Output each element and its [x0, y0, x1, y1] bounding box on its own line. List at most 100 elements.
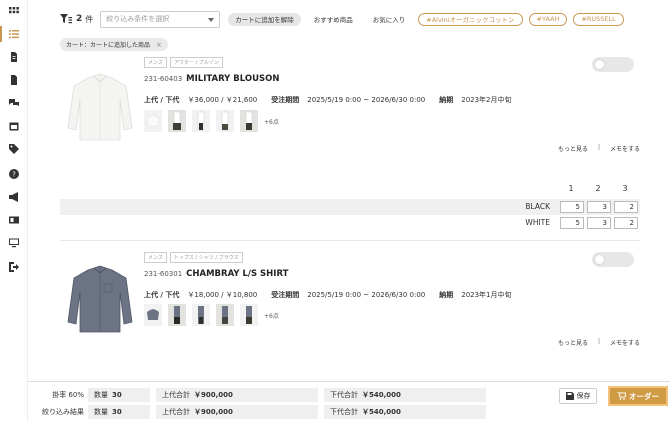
product-name[interactable]: MILITARY BLOUSON — [186, 74, 279, 84]
tag-alvini-button[interactable]: #Alviniオーガニックコットン — [418, 12, 523, 26]
cart-toggle[interactable] — [592, 252, 634, 267]
retail-total: 上代合計 ￥900,000 — [156, 388, 318, 402]
variant-thumbnail[interactable] — [240, 110, 258, 132]
size-header: 3 — [622, 184, 628, 193]
link-separator: | — [597, 338, 600, 345]
wholesale-total: 下代合計 ￥540,000 — [324, 388, 486, 402]
logout-icon[interactable] — [7, 260, 21, 274]
see-more-link[interactable]: もっと見る — [558, 144, 588, 153]
retail-total-label: 上代合計 — [162, 408, 190, 416]
link-separator: | — [597, 144, 600, 151]
close-icon[interactable]: × — [156, 41, 162, 49]
variant-thumbnail[interactable] — [240, 304, 258, 326]
product-image[interactable] — [66, 70, 134, 144]
size-header: 2 — [595, 184, 601, 193]
variant-thumbnail[interactable] — [144, 304, 162, 326]
product-code: 231-60301 — [144, 270, 183, 278]
more-variants-count[interactable]: +6点 — [264, 117, 279, 126]
order-button-label: オーダー — [629, 391, 659, 401]
category-badges: メンズ アウター / ブルゾン — [144, 57, 226, 68]
variant-thumbnail[interactable] — [168, 304, 186, 326]
megaphone-icon[interactable] — [7, 190, 21, 204]
see-more-link[interactable]: もっと見る — [558, 338, 588, 347]
add-memo-link[interactable]: メモをする — [610, 338, 640, 347]
filter-bar: 2 件 絞り込み条件を選択 カートに追加を解除 おすすめ商品 お気に入り #Al… — [60, 10, 630, 28]
cart-icon — [617, 392, 626, 400]
wholesale-total-value: ￥540,000 — [362, 408, 401, 416]
color-label: BLACK — [525, 202, 550, 211]
monitor-icon[interactable] — [7, 236, 21, 250]
tag-icon[interactable] — [7, 142, 21, 156]
product-card: メンズ トップス / シャツ / ブラウス 231-60301 CHAMBRAY… — [60, 252, 640, 352]
grid-row-white: WHITE 5 3 2 — [60, 215, 640, 231]
cart-toggle[interactable] — [592, 57, 634, 72]
result-count: 2 — [76, 14, 83, 24]
tag-russell-button[interactable]: #RUSSELL — [573, 12, 624, 26]
add-memo-link[interactable]: メモをする — [610, 144, 640, 153]
tag-yaah-button[interactable]: #YAAH — [528, 12, 568, 26]
sidebar-active-indicator — [0, 26, 2, 42]
variant-thumbnail[interactable] — [192, 304, 210, 326]
document-icon[interactable] — [7, 50, 21, 64]
product-meta: 上代 / 下代 ￥18,000 / ￥10,800 受注期間 2025/5/19… — [144, 290, 526, 300]
quantity-cell[interactable]: 5 — [560, 217, 584, 229]
quantity-cell[interactable]: 3 — [587, 201, 611, 213]
active-filter-label: カート：カートに追加した商品 — [66, 42, 151, 49]
quantity-cell[interactable]: 3 — [587, 217, 611, 229]
retail-total: 上代合計 ￥900,000 — [156, 405, 318, 419]
quantity-cell[interactable]: 2 — [614, 217, 638, 229]
wholesale-total: 下代合計 ￥540,000 — [324, 405, 486, 419]
variant-thumbnail[interactable] — [168, 110, 186, 132]
variant-thumbnail[interactable] — [216, 304, 234, 326]
file-icon[interactable] — [7, 73, 21, 87]
summary-row-rate: 掛率 60% 数量 30 上代合計 ￥900,000 下代合計 ￥540,000 — [28, 388, 492, 402]
save-button[interactable]: 保存 — [559, 388, 597, 404]
toggle-knob — [594, 59, 605, 70]
quantity-label: 数量 — [94, 408, 108, 416]
retail-total-value: ￥900,000 — [194, 391, 233, 399]
order-button[interactable]: オーダー — [608, 386, 668, 406]
product-divider — [60, 240, 640, 241]
size-header: 1 — [568, 184, 574, 193]
product-meta: 上代 / 下代 ￥36,000 / ￥21,600 受注期間 2025/5/19… — [144, 95, 526, 105]
id-card-icon[interactable] — [7, 213, 21, 227]
wholesale-total-value: ￥540,000 — [362, 391, 401, 399]
variant-thumbnail[interactable] — [216, 110, 234, 132]
variant-thumbnail[interactable] — [144, 110, 162, 132]
chat-icon[interactable] — [7, 96, 21, 110]
quantity-total: 数量 30 — [88, 405, 150, 419]
product-image[interactable] — [66, 262, 134, 336]
product-code: 231-60403 — [144, 75, 183, 83]
product-links: もっと見る | メモをする — [558, 338, 640, 347]
quantity-value: 30 — [112, 408, 122, 416]
quantity-value: 30 — [112, 391, 122, 399]
product-name[interactable]: CHAMBRAY L/S SHIRT — [186, 269, 288, 279]
help-icon[interactable]: ? — [7, 167, 21, 181]
result-count-unit: 件 — [85, 14, 94, 24]
quantity-cell[interactable]: 5 — [560, 201, 584, 213]
color-label: WHITE — [525, 218, 550, 227]
variant-thumbnail[interactable] — [192, 110, 210, 132]
quantity-total: 数量 30 — [88, 388, 150, 402]
filter-condition-select[interactable]: 絞り込み条件を選択 — [100, 10, 221, 28]
retail-total-value: ￥900,000 — [194, 408, 233, 416]
apps-grid-icon[interactable] — [7, 5, 21, 19]
calendar-icon[interactable] — [7, 119, 21, 133]
remove-cart-filter-button[interactable]: カートに追加を解除 — [228, 12, 301, 26]
summary-row-filtered: 絞り込み結果 数量 30 上代合計 ￥900,000 下代合計 ￥540,000 — [28, 405, 492, 419]
save-button-label: 保存 — [576, 392, 591, 400]
recommended-filter-button[interactable]: おすすめ商品 — [307, 13, 360, 26]
product-title: 231-60403 MILITARY BLOUSON — [144, 74, 279, 84]
more-variants-count[interactable]: +6点 — [264, 311, 279, 320]
order-period-label: 受注期間 — [271, 291, 300, 299]
delivery-label: 納期 — [439, 291, 454, 299]
filter-select-placeholder: 絞り込み条件を選択 — [106, 15, 170, 23]
filter-icon[interactable] — [60, 13, 72, 25]
favorites-filter-button[interactable]: お気に入り — [366, 13, 413, 26]
quantity-cell[interactable]: 2 — [614, 201, 638, 213]
list-icon[interactable] — [7, 27, 21, 41]
summary-row-label: 絞り込み結果 — [42, 408, 84, 416]
wholesale-total-label: 下代合計 — [330, 408, 358, 416]
delivery-label: 納期 — [439, 96, 454, 104]
grid-row-black: BLACK 5 3 2 — [60, 199, 640, 215]
